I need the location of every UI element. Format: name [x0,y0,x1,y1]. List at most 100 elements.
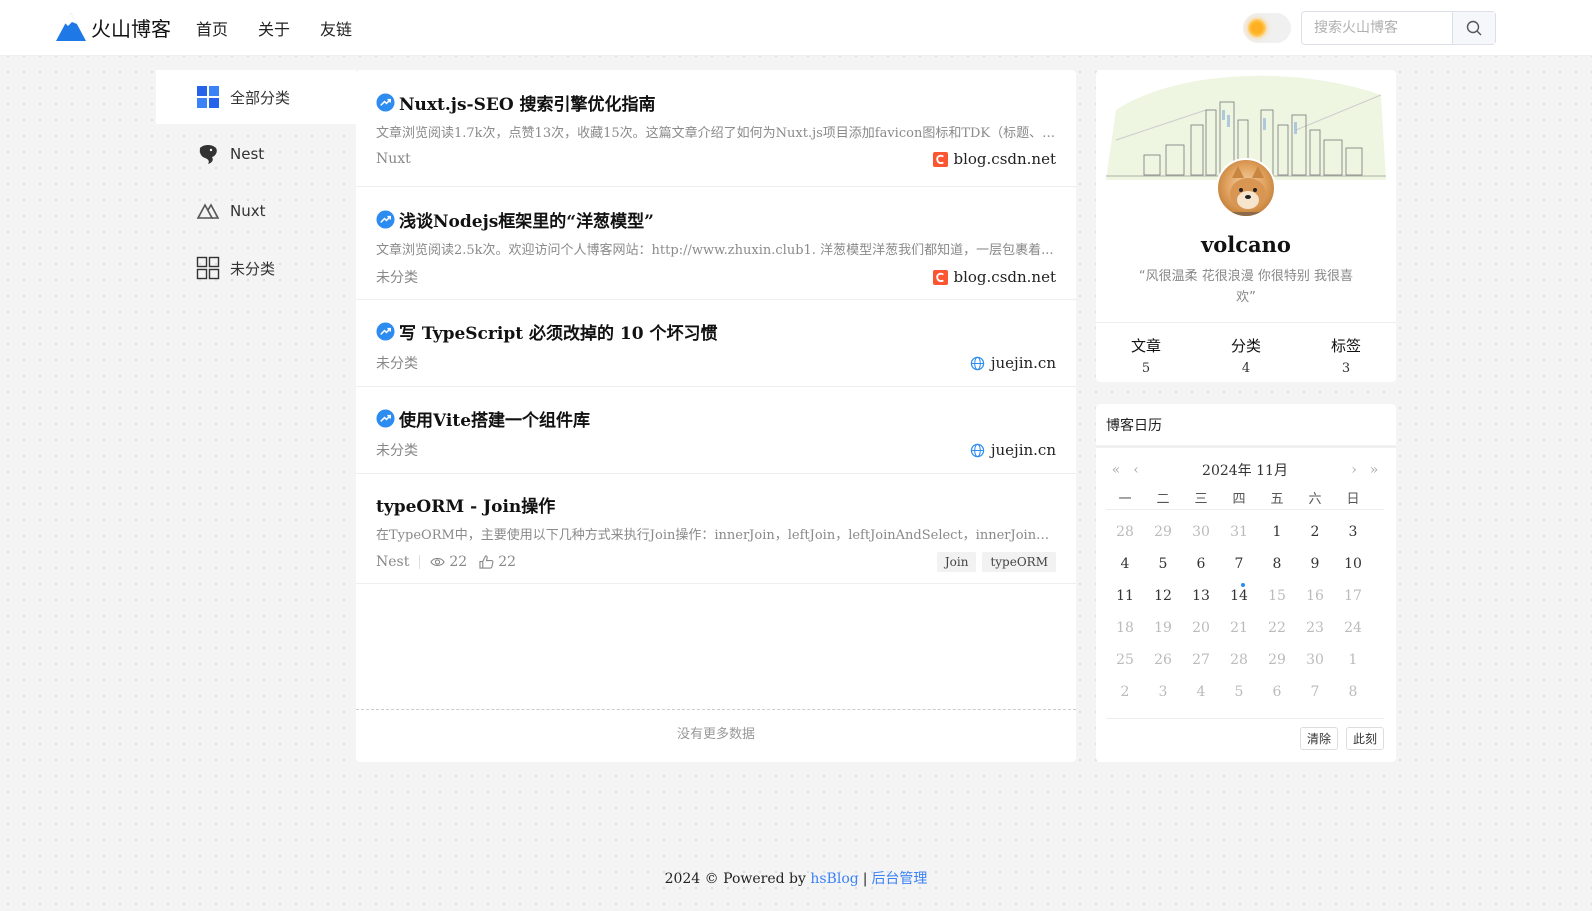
calendar-day[interactable]: 8 [1334,684,1372,700]
calendar-day[interactable]: 12 [1144,588,1182,604]
article-title[interactable]: 写 TypeScript 必须改掉的 10 个坏习惯 [376,319,1056,344]
calendar-day[interactable]: 22 [1258,620,1296,636]
weekday-label: 四 [1232,492,1246,507]
calendar-day-today[interactable]: 14 [1220,583,1258,604]
admin-link[interactable]: 后台管理 [871,871,927,887]
calendar-day-number: 14 [1230,588,1248,604]
article-title[interactable]: 浅谈Nodejs框架里的“洋葱模型” [376,207,1056,232]
hsblog-link[interactable]: hsBlog [810,871,858,887]
calendar-day[interactable]: 9 [1296,556,1334,572]
stat-tags[interactable]: 标签 3 [1296,323,1396,382]
article-category[interactable]: Nest [376,554,409,570]
article-source[interactable]: blog.csdn.net [932,268,1056,286]
calendar-day[interactable]: 20 [1182,620,1220,636]
prev-month-icon[interactable]: ‹ [1126,462,1146,478]
calendar-day[interactable]: 15 [1258,588,1296,604]
calendar-day[interactable]: 1 [1258,524,1296,540]
category-uncategorized[interactable]: 未分类 [156,241,356,295]
calendar-day[interactable]: 28 [1220,652,1258,668]
calendar-day[interactable]: 30 [1182,524,1220,540]
article-source[interactable]: juejin.cn [970,441,1056,459]
like-count-value: 22 [498,554,517,570]
calendar-day[interactable]: 19 [1144,620,1182,636]
calendar-day[interactable]: 21 [1220,620,1258,636]
stat-categories[interactable]: 分类 4 [1196,323,1296,382]
calendar-week-row: 11 12 13 14 15 16 17 [1106,580,1384,612]
article-item[interactable]: 使用Vite搭建一个组件库 未分类 juejin.cn [356,387,1076,474]
article-source[interactable]: juejin.cn [970,354,1056,372]
calendar-day[interactable]: 30 [1296,652,1334,668]
calendar-day[interactable]: 24 [1334,620,1372,636]
calendar-day[interactable]: 7 [1220,556,1258,572]
category-nest[interactable]: Nest [156,127,356,181]
article-category[interactable]: Nuxt [376,151,411,167]
calendar-day[interactable]: 27 [1182,652,1220,668]
now-button[interactable]: 此刻 [1345,727,1384,750]
logo-text: 火山博客 [91,16,171,41]
site-logo[interactable]: 火山博客 [55,12,171,42]
calendar-day[interactable]: 6 [1182,556,1220,572]
calendar-day[interactable]: 29 [1258,652,1296,668]
nav-home[interactable]: 首页 [196,16,228,40]
calendar-day-number: 30 [1192,524,1210,540]
calendar-week-row: 4 5 6 7 8 9 10 [1106,548,1384,580]
calendar-day[interactable]: 11 [1106,588,1144,604]
calendar-day[interactable]: 2 [1106,684,1144,700]
stat-articles[interactable]: 文章 5 [1096,323,1196,382]
calendar-day[interactable]: 25 [1106,652,1144,668]
category-all[interactable]: 全部分类 [156,70,356,124]
tag-list: Join typeORM [931,552,1056,572]
tag-item[interactable]: typeORM [982,552,1056,572]
nav-friend-links[interactable]: 友链 [320,16,352,40]
calendar-day[interactable]: 5 [1220,684,1258,700]
share-arrow-icon [376,409,395,428]
calendar-day[interactable]: 26 [1144,652,1182,668]
calendar-day-number: 8 [1272,556,1282,572]
like-count[interactable]: 22 [479,554,516,570]
calendar-day[interactable]: 23 [1296,620,1334,636]
article-item[interactable]: typeORM - Join操作 在TypeORM中，主要使用以下几种方式来执行… [356,474,1076,584]
calendar-day[interactable]: 1 [1334,652,1372,668]
category-nuxt[interactable]: Nuxt [156,184,356,238]
csdn-icon [932,269,948,285]
nav-about[interactable]: 关于 [258,16,290,40]
calendar-day[interactable]: 16 [1296,588,1334,604]
article-source[interactable]: blog.csdn.net [932,150,1056,168]
calendar-day[interactable]: 18 [1106,620,1144,636]
article-category[interactable]: 未分类 [376,353,418,373]
calendar-day[interactable]: 13 [1182,588,1220,604]
article-title[interactable]: typeORM - Join操作 [376,492,1056,517]
article-title[interactable]: Nuxt.js-SEO 搜索引擎优化指南 [376,90,1056,115]
calendar-day[interactable]: 6 [1258,684,1296,700]
calendar-day[interactable]: 3 [1144,684,1182,700]
calendar-day-number: 2 [1120,684,1130,700]
calendar-day[interactable]: 8 [1258,556,1296,572]
next-year-icon[interactable]: » [1364,462,1384,478]
article-item[interactable]: Nuxt.js-SEO 搜索引擎优化指南 文章浏览阅读1.7k次，点赞13次，收… [356,70,1076,187]
calendar-day[interactable]: 28 [1106,524,1144,540]
tag-item[interactable]: Join [936,552,977,572]
article-category[interactable]: 未分类 [376,440,418,460]
calendar-day[interactable]: 5 [1144,556,1182,572]
avatar[interactable] [1216,158,1276,218]
theme-toggle[interactable] [1243,13,1291,43]
calendar-day[interactable]: 29 [1144,524,1182,540]
calendar-day[interactable]: 3 [1334,524,1372,540]
article-category[interactable]: 未分类 [376,267,418,287]
calendar-day[interactable]: 10 [1334,556,1372,572]
article-title[interactable]: 使用Vite搭建一个组件库 [376,406,1056,431]
meta-divider [419,555,421,569]
calendar-day[interactable]: 7 [1296,684,1334,700]
next-month-icon[interactable]: › [1344,462,1364,478]
prev-year-icon[interactable]: « [1106,462,1126,478]
calendar-day[interactable]: 4 [1106,556,1144,572]
calendar-day[interactable]: 17 [1334,588,1372,604]
article-item[interactable]: 写 TypeScript 必须改掉的 10 个坏习惯 未分类 juejin.cn [356,300,1076,387]
search-button[interactable] [1452,12,1495,44]
article-item[interactable]: 浅谈Nodejs框架里的“洋葱模型” 文章浏览阅读2.5k次。欢迎访问个人博客网… [356,187,1076,300]
calendar-day[interactable]: 4 [1182,684,1220,700]
calendar-day[interactable]: 31 [1220,524,1258,540]
clear-button[interactable]: 清除 [1299,727,1338,750]
calendar-day[interactable]: 2 [1296,524,1334,540]
search-input[interactable] [1302,12,1452,44]
